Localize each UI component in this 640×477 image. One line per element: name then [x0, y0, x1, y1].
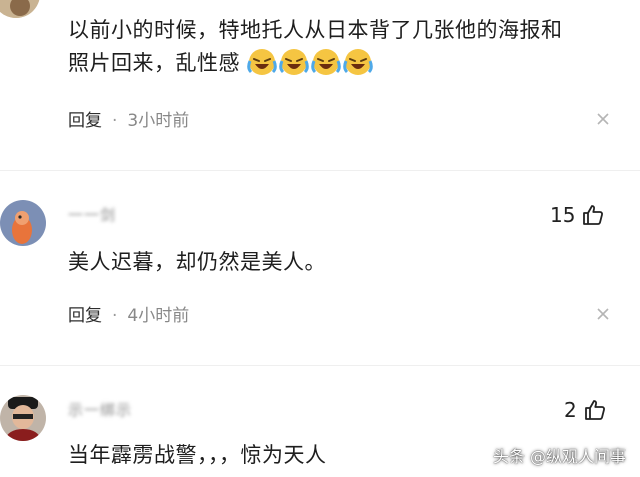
comment-time: 4小时前 [127, 306, 190, 326]
close-icon[interactable] [596, 307, 610, 321]
cry-laugh-icon [247, 48, 277, 76]
comment-text: 当年霹雳战警，，，惊为天人 [68, 443, 327, 467]
avatar[interactable] [0, 0, 40, 18]
cry-laugh-icon [311, 48, 341, 76]
reply-button[interactable]: 回复 [68, 111, 102, 131]
comment-text: 以前小的时候，特地托人从日本背了几张他的海报和 照片回来，乱性感 [68, 18, 563, 76]
meta-separator: · [112, 306, 118, 326]
like-count: 15 [550, 203, 576, 227]
thumbs-up-icon [583, 205, 604, 225]
comment-meta: 回复 · 4小时前 [68, 301, 189, 326]
divider [0, 365, 640, 366]
cry-laugh-icon [279, 48, 309, 76]
comment-1: 以前小的时候，特地托人从日本背了几张他的海报和 照片回来，乱性感 回复 · 3小时前 [0, 0, 640, 150]
like-button[interactable]: 2 [564, 398, 607, 422]
comment-time: 3小时前 [127, 111, 190, 131]
reply-button[interactable]: 回复 [68, 306, 102, 326]
comment-text: 美人迟暮，却仍然是美人。 [68, 250, 326, 274]
avatar[interactable] [0, 200, 46, 246]
divider [0, 170, 640, 171]
username[interactable]: 一一剑 [68, 204, 116, 225]
comment-2: 一一剑 15 美人迟暮，却仍然是美人。 回复 · 4小时前 [0, 190, 640, 340]
watermark: 头条 @纵观人间事 [492, 447, 626, 466]
like-button[interactable]: 15 [550, 203, 605, 227]
avatar[interactable] [0, 395, 46, 441]
cry-laugh-icon [343, 48, 373, 76]
meta-separator: · [112, 111, 118, 131]
close-icon[interactable] [596, 112, 610, 126]
like-count: 2 [564, 398, 577, 422]
thumbs-up-icon [584, 400, 605, 420]
username[interactable]: 示一绑示 [68, 399, 132, 420]
comment-meta: 回复 · 3小时前 [68, 106, 189, 131]
